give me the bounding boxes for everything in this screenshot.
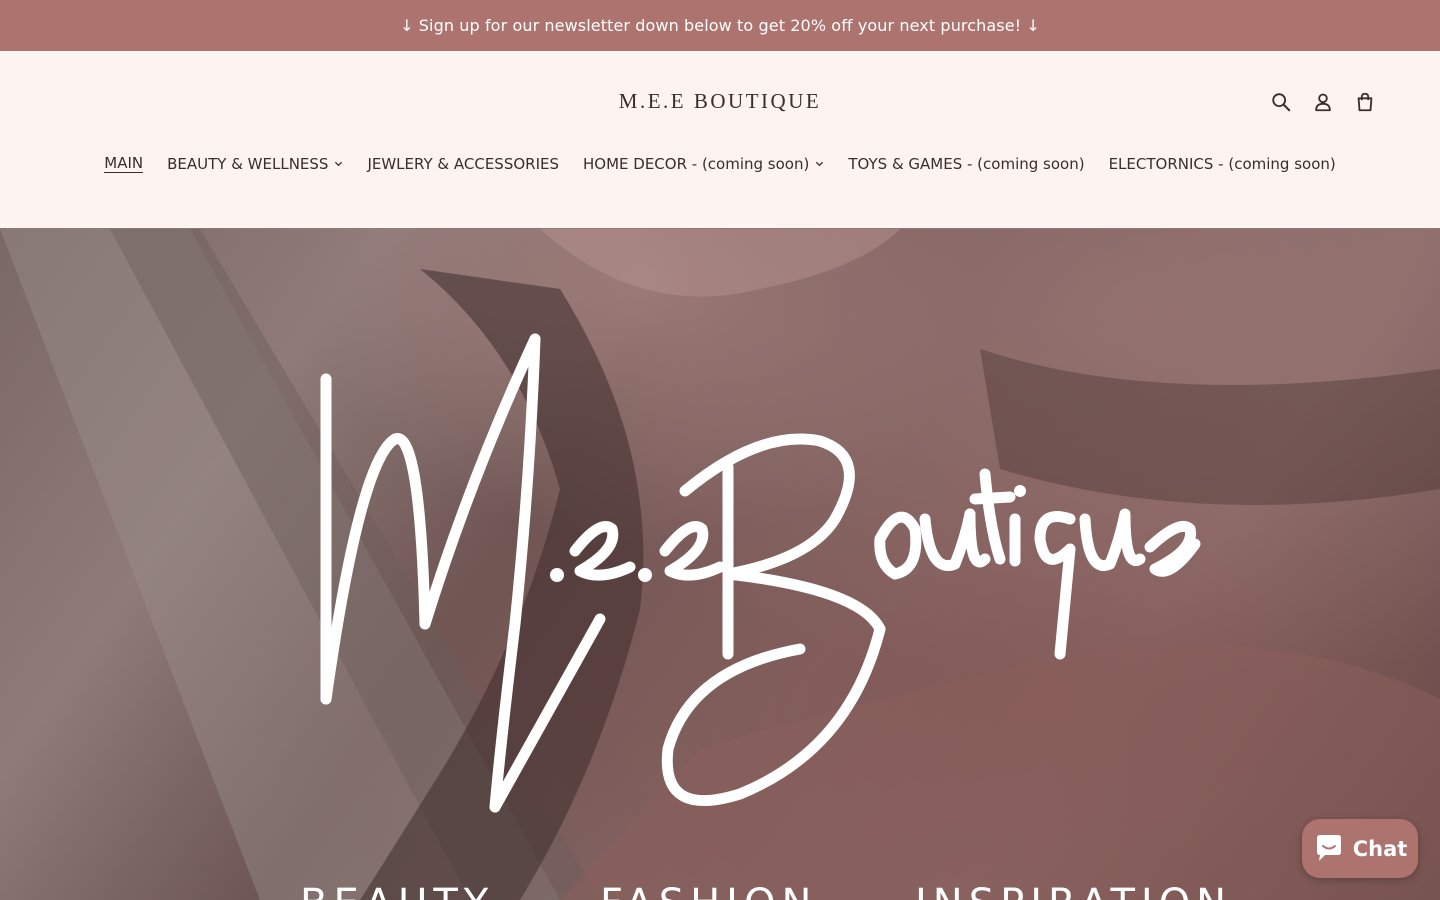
search-icon[interactable] [1270, 91, 1292, 113]
nav-item-beauty-wellness[interactable]: BEAUTY & WELLNESS [167, 154, 343, 175]
account-icon[interactable] [1312, 91, 1334, 113]
nav-item-jewelry-accessories[interactable]: JEWLERY & ACCESSORIES [367, 154, 559, 175]
nav-item-label: ELECTORNICS - (coming soon) [1108, 154, 1336, 173]
nav-item-label: HOME DECOR - (coming soon) [583, 154, 810, 173]
cart-icon[interactable] [1354, 91, 1376, 113]
nav-item-label: BEAUTY & WELLNESS [167, 154, 329, 173]
nav-item-label: MAIN [104, 154, 144, 173]
brand-logo-text[interactable]: M.E.E BOUTIQUE [0, 89, 1440, 114]
announcement-text: ↓ Sign up for our newsletter down below … [400, 16, 1040, 35]
chat-label: Chat [1352, 836, 1408, 861]
site-header: M.E.E BOUTIQUE MAIN BEAUTY & WELLNESS JE… [0, 51, 1440, 229]
nav-item-electronics[interactable]: ELECTORNICS - (coming soon) [1109, 154, 1336, 175]
nav-item-label: TOYS & GAMES - (coming soon) [848, 154, 1085, 173]
header-icons [1270, 91, 1376, 113]
chat-button[interactable]: Chat [1302, 819, 1418, 878]
tagline-fashion: FASHION [600, 881, 817, 900]
chat-bubble-icon [1316, 834, 1341, 861]
chevron-down-icon [816, 161, 824, 167]
announcement-bar: ↓ Sign up for our newsletter down below … [0, 0, 1440, 51]
chevron-down-icon [335, 161, 343, 167]
nav-item-label: JEWLERY & ACCESSORIES [367, 154, 559, 173]
tagline-beauty: BEAUTY [300, 881, 494, 900]
nav-item-toys-games[interactable]: TOYS & GAMES - (coming soon) [848, 154, 1084, 175]
hero-banner[interactable]: BEAUTY FASHION INSPIRATION [0, 229, 1440, 900]
main-nav: MAIN BEAUTY & WELLNESS JEWLERY & ACCESSO… [0, 154, 1440, 175]
nav-item-home-decor[interactable]: HOME DECOR - (coming soon) [583, 154, 824, 175]
nav-item-main[interactable]: MAIN [104, 154, 144, 175]
tagline-inspiration: INSPIRATION [915, 881, 1232, 900]
hero-script-logo [320, 333, 1201, 813]
